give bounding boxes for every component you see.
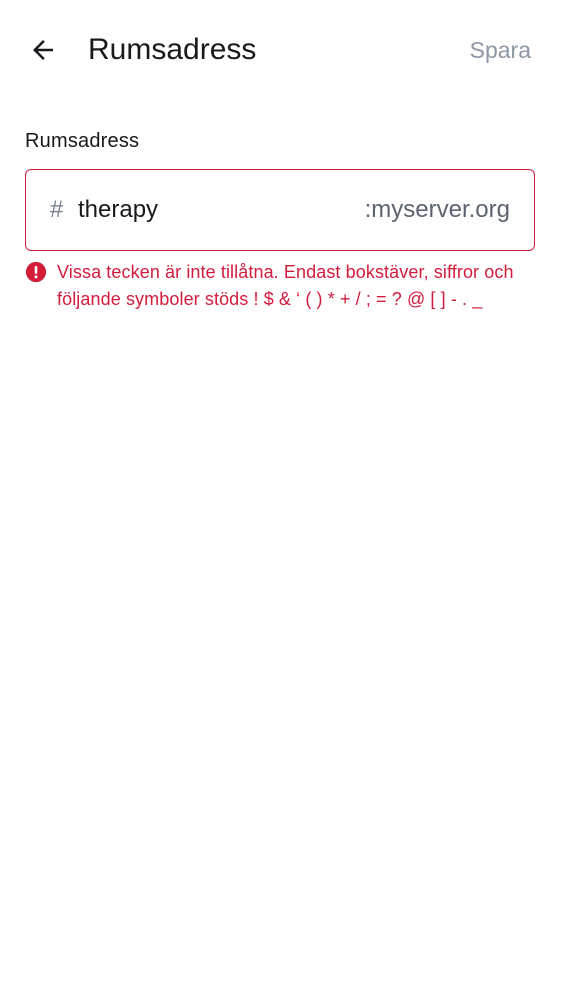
page-title: Rumsadress bbox=[88, 33, 257, 66]
arrow-left-icon bbox=[33, 40, 53, 60]
room-address-input[interactable] bbox=[78, 192, 338, 228]
server-suffix: :myserver.org bbox=[364, 196, 510, 223]
hash-prefix: # bbox=[50, 196, 64, 223]
top-app-bar: Rumsadress Spara bbox=[0, 0, 562, 100]
room-address-label: Rumsadress bbox=[25, 130, 140, 152]
error-text: Vissa tecken är inte tillåtna. Endast bo… bbox=[57, 262, 514, 309]
save-button[interactable]: Spara bbox=[470, 34, 531, 66]
back-button[interactable] bbox=[22, 29, 64, 71]
room-address-field[interactable]: # :myserver.org bbox=[25, 169, 535, 251]
error-circle-icon bbox=[25, 261, 47, 283]
